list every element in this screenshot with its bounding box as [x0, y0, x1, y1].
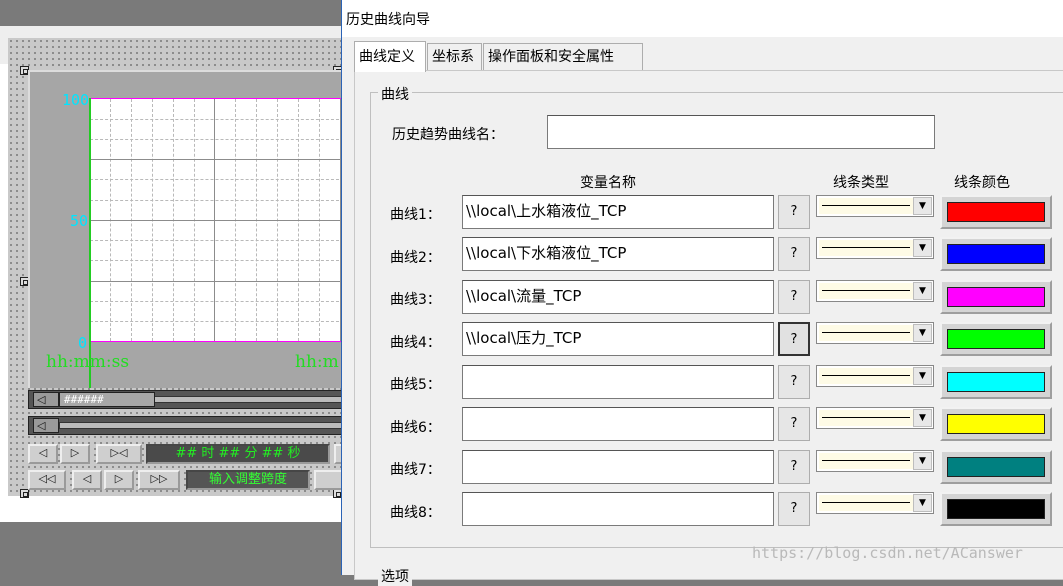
- column-header-variable: 变量名称: [580, 175, 636, 191]
- chevron-down-icon[interactable]: ▼: [913, 452, 932, 470]
- color-swatch: [947, 202, 1045, 222]
- line-type-select[interactable]: ▼: [816, 237, 934, 259]
- color-swatch: [947, 329, 1045, 349]
- line-type-select[interactable]: ▼: [816, 492, 934, 514]
- curve-variable-input[interactable]: [462, 450, 774, 484]
- x-axis-label-end: hh:m: [295, 352, 339, 372]
- column-header-line-color: 线条颜色: [954, 175, 1010, 191]
- nav-last-button[interactable]: ▷▷: [138, 470, 180, 490]
- curve-label: 曲线7：: [390, 462, 441, 478]
- trend-plot-area: [90, 98, 344, 342]
- browse-variable-button[interactable]: ?: [778, 492, 810, 526]
- color-swatch: [947, 499, 1045, 519]
- browse-variable-button[interactable]: ?: [778, 450, 810, 484]
- browse-variable-button[interactable]: ?: [778, 280, 810, 314]
- chevron-down-icon[interactable]: ▼: [913, 282, 932, 300]
- y-axis-label-top: 100: [62, 91, 90, 109]
- browse-variable-button[interactable]: ?: [778, 365, 810, 399]
- curve-label: 曲线4：: [390, 335, 441, 351]
- curve-label: 曲线3：: [390, 292, 441, 308]
- curve-variable-input[interactable]: [462, 407, 774, 441]
- line-color-button[interactable]: [940, 365, 1052, 399]
- curve-variable-input[interactable]: [462, 492, 774, 526]
- nav-zoom-button[interactable]: ▷◁: [96, 444, 142, 464]
- tab-panel-security[interactable]: 操作面板和安全属性: [483, 43, 643, 71]
- column-header-line-type: 线条类型: [833, 175, 889, 191]
- line-type-select[interactable]: ▼: [816, 450, 934, 472]
- resize-handle-bottom-left[interactable]: [20, 489, 29, 498]
- color-swatch: [947, 287, 1045, 307]
- browse-variable-button[interactable]: ?: [778, 322, 810, 356]
- color-swatch: [947, 372, 1045, 392]
- history-trend-wizard-dialog: 历史曲线向导 曲线定义 坐标系 操作面板和安全属性 曲线 历史趋势曲线名： 变量…: [341, 0, 1063, 586]
- curve-label: 曲线8：: [390, 505, 441, 521]
- chevron-down-icon[interactable]: ▼: [913, 239, 932, 257]
- curve-variable-input[interactable]: \\local\流量_TCP: [462, 280, 774, 314]
- line-color-button[interactable]: [940, 237, 1052, 271]
- chevron-down-icon[interactable]: ▼: [913, 197, 932, 215]
- chevron-down-icon[interactable]: ▼: [913, 367, 932, 385]
- trend-name-label: 历史趋势曲线名：: [392, 127, 504, 143]
- line-color-button[interactable]: [940, 322, 1052, 356]
- dialog-title: 历史曲线向导: [346, 12, 430, 28]
- line-type-select[interactable]: ▼: [816, 280, 934, 302]
- curve-variable-input[interactable]: \\local\压力_TCP: [462, 322, 774, 356]
- curve-label: 曲线1：: [390, 207, 441, 223]
- line-color-button[interactable]: [940, 450, 1052, 484]
- nav-forward-button[interactable]: ▷: [60, 444, 90, 464]
- trend-scrollbar-1[interactable]: ◁ ######: [28, 390, 344, 409]
- tab-curve-definition[interactable]: 曲线定义: [354, 41, 426, 72]
- line-type-select[interactable]: ▼: [816, 322, 934, 344]
- curve-variable-input[interactable]: \\local\上水箱液位_TCP: [462, 195, 774, 229]
- watermark: https://blog.csdn.net/ACanswer: [752, 544, 1023, 562]
- curve-label: 曲线5：: [390, 377, 441, 393]
- nav-first-button[interactable]: ◁◁: [28, 470, 66, 490]
- line-type-select[interactable]: ▼: [816, 407, 934, 429]
- browse-variable-button[interactable]: ?: [778, 195, 810, 229]
- chevron-down-icon[interactable]: ▼: [913, 324, 932, 342]
- dialog-titlebar: 历史曲线向导: [342, 0, 1063, 37]
- line-type-select[interactable]: ▼: [816, 365, 934, 387]
- scroll-thumb[interactable]: ######: [59, 392, 155, 407]
- nav-prev-button[interactable]: ◁: [72, 470, 102, 490]
- scroll-left-arrow-icon[interactable]: ◁: [33, 392, 59, 407]
- span-extra-button[interactable]: [314, 470, 344, 490]
- options-group-title: 选项: [378, 566, 412, 586]
- curve-variable-input[interactable]: \\local\下水箱液位_TCP: [462, 237, 774, 271]
- trend-name-input[interactable]: [547, 115, 935, 149]
- y-axis-label-mid: 50: [70, 212, 89, 230]
- trend-y-axis: [89, 98, 91, 388]
- x-axis-label-start: hh:mm:ss: [46, 352, 130, 372]
- color-swatch: [947, 414, 1045, 434]
- color-swatch: [947, 457, 1045, 477]
- curve-label: 曲线2：: [390, 250, 441, 266]
- line-color-button[interactable]: [940, 280, 1052, 314]
- curve-variable-input[interactable]: [462, 365, 774, 399]
- nav-back-button[interactable]: ◁: [28, 444, 58, 464]
- curves-group-title: 曲线: [378, 84, 412, 104]
- line-color-button[interactable]: [940, 195, 1052, 229]
- span-input-display[interactable]: 输入调整跨度: [186, 470, 310, 490]
- nav-next-button[interactable]: ▷: [104, 470, 134, 490]
- trend-scrollbar-2[interactable]: ◁: [28, 416, 344, 435]
- line-type-select[interactable]: ▼: [816, 195, 934, 217]
- color-swatch: [947, 244, 1045, 264]
- scroll-left-arrow-icon[interactable]: ◁: [33, 418, 59, 433]
- line-color-button[interactable]: [940, 492, 1052, 526]
- browse-variable-button[interactable]: ?: [778, 407, 810, 441]
- browse-variable-button[interactable]: ?: [778, 237, 810, 271]
- time-display: ## 时 ## 分 ## 秒: [146, 444, 330, 464]
- chevron-down-icon[interactable]: ▼: [913, 409, 932, 427]
- chevron-down-icon[interactable]: ▼: [913, 494, 932, 512]
- curve-label: 曲线6：: [390, 420, 441, 436]
- tab-coordinate-system[interactable]: 坐标系: [427, 43, 482, 71]
- line-color-button[interactable]: [940, 407, 1052, 441]
- y-axis-label-bottom: 0: [78, 334, 88, 352]
